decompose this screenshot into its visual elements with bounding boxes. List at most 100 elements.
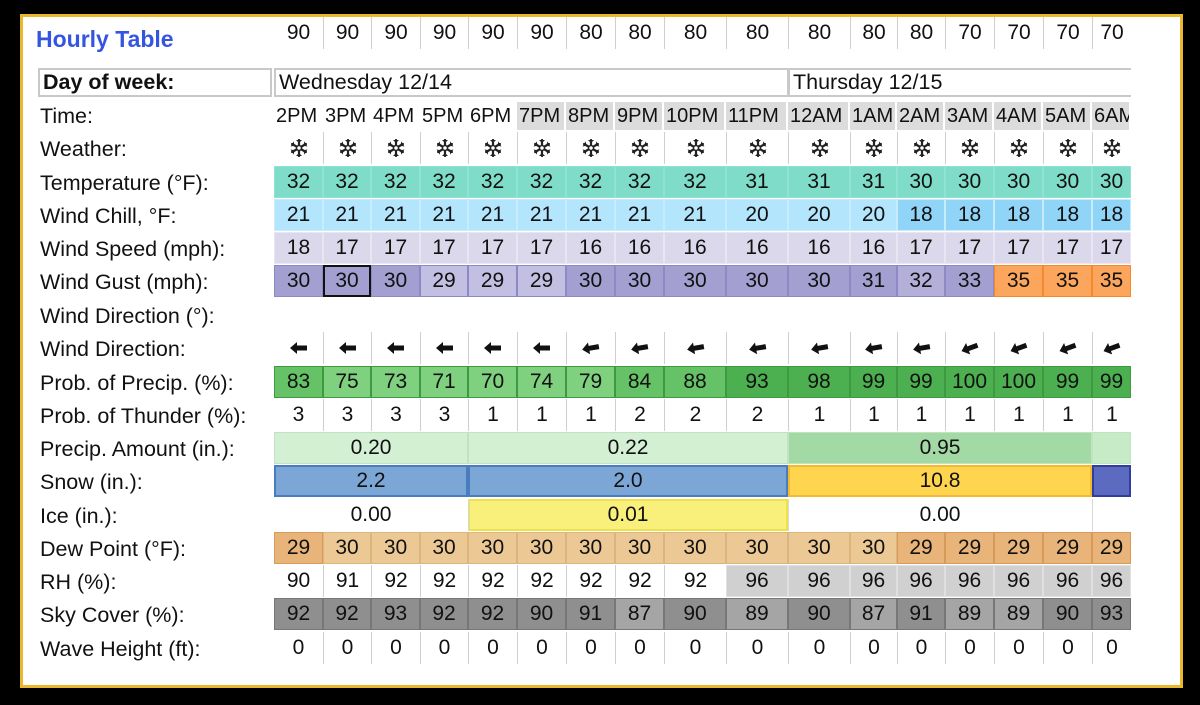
wind-arrow-icon	[1043, 332, 1092, 364]
ice-amount-cell: 0.00	[788, 499, 1092, 531]
wind-speed-cell: 16	[566, 232, 615, 264]
precip-probability-cell: 73	[371, 366, 420, 398]
wind-chill-cell: 20	[726, 199, 788, 231]
wind-direction-cell: 90	[286, 21, 311, 44]
wind-arrow-icon	[994, 332, 1043, 364]
relative-humidity-cell: 96	[1043, 565, 1092, 597]
temperature-cell: 30	[1092, 166, 1131, 198]
sky-cover-cell: 89	[945, 598, 994, 630]
wind-gust-cell: 31	[850, 265, 897, 297]
dew-point-cell: 29	[1092, 532, 1131, 564]
dew-point-cell: 30	[726, 532, 788, 564]
wind-direction-cell: 80	[566, 17, 615, 49]
time-cell: 6PM	[470, 104, 512, 127]
row-label-wind-dir-deg: Wind Direction (°):	[40, 304, 215, 328]
ice-divider	[788, 499, 789, 531]
sky-cover-cell: 92	[468, 598, 517, 630]
relative-humidity-cell: 92	[371, 565, 420, 597]
wind-gust-cell: 30	[274, 265, 323, 297]
wave-height-cell: 0	[468, 632, 517, 664]
precip-probability-cell: 99	[850, 366, 897, 398]
wind-chill-cell: 18	[1092, 199, 1131, 231]
page-title: Hourly Table	[36, 26, 174, 52]
thunder-probability-cell: 1	[850, 399, 897, 431]
dew-point-cell: 30	[566, 532, 615, 564]
precip-probability-cell: 100	[994, 366, 1043, 398]
relative-humidity-cell: 90	[286, 569, 311, 592]
wind-speed-cell: 17	[945, 232, 994, 264]
row-label-wind-gust: Wind Gust (mph):	[40, 270, 209, 294]
wind-direction-cell: 80	[788, 17, 850, 49]
wave-height-cell: 0	[726, 632, 788, 664]
precip-amount-cell: 0.20	[274, 432, 468, 464]
sky-cover-cell: 90	[1043, 598, 1092, 630]
dew-point-cell: 30	[788, 532, 850, 564]
thunder-probability-cell: 1	[1043, 399, 1092, 431]
wind-arrow-icon	[788, 332, 850, 364]
time-cell: 9PM	[615, 102, 662, 130]
wind-chill-cell: 21	[468, 199, 517, 231]
relative-humidity-cell: 92	[566, 565, 615, 597]
wind-direction-cell: 80	[897, 17, 945, 49]
time-cell: 4PM	[373, 104, 415, 127]
temperature-cell: 31	[788, 166, 850, 198]
wind-arrow-icon	[664, 332, 726, 364]
sky-cover-cell: 93	[371, 598, 420, 630]
dew-point-cell: 29	[945, 532, 994, 564]
wind-speed-cell: 16	[615, 232, 664, 264]
temperature-cell: 31	[850, 166, 897, 198]
row-label-snow: Snow (in.):	[40, 470, 143, 494]
temperature-cell: 32	[664, 166, 726, 198]
wind-direction-cell: 80	[664, 17, 726, 49]
temperature-cell: 31	[726, 166, 788, 198]
row-label-rh: RH (%):	[40, 570, 117, 594]
time-cell: 6AM	[1092, 102, 1129, 130]
relative-humidity-cell: 96	[1092, 565, 1131, 597]
time-cell: 10PM	[664, 102, 724, 130]
row-label-thunder: Prob. of Thunder (%):	[40, 404, 247, 428]
precip-probability-cell: 99	[897, 366, 945, 398]
wave-height-cell: 0	[371, 632, 420, 664]
wind-chill-cell: 20	[850, 199, 897, 231]
dew-point-cell: 29	[994, 532, 1043, 564]
time-cell: 1AM	[850, 102, 895, 130]
wind-speed-cell: 16	[726, 232, 788, 264]
temperature-cell: 32	[420, 166, 468, 198]
wind-speed-cell: 16	[850, 232, 897, 264]
precip-probability-cell: 74	[517, 366, 566, 398]
row-label-wind-speed: Wind Speed (mph):	[40, 237, 226, 261]
time-cell: 8PM	[566, 102, 613, 130]
time-cell: 12AM	[788, 102, 848, 130]
row-label-wind-chill: Wind Chill, °F:	[40, 204, 177, 228]
wind-chill-cell: 21	[371, 199, 420, 231]
snowflake-icon	[726, 132, 788, 164]
dew-point-cell: 30	[323, 532, 371, 564]
wind-chill-cell: 20	[788, 199, 850, 231]
dew-point-cell: 29	[1043, 532, 1092, 564]
dew-point-cell: 30	[615, 532, 664, 564]
wind-arrow-icon	[468, 332, 517, 364]
wave-height-cell: 0	[292, 636, 305, 659]
wind-gust-cell: 29	[420, 265, 468, 297]
hourly-table-panel: Hourly Table Time: Weather: Temperature (°…	[20, 14, 1183, 688]
snow-amount-cell: 10.8	[788, 465, 1092, 497]
row-label-day: Day of week:	[38, 68, 272, 97]
wind-arrow-icon	[371, 332, 420, 364]
wind-speed-cell: 18	[274, 232, 323, 264]
row-label-ice: Ice (in.):	[40, 504, 118, 528]
precip-probability-cell: 71	[420, 366, 468, 398]
row-label-pop: Prob. of Precip. (%):	[40, 371, 234, 395]
precip-probability-cell: 93	[726, 366, 788, 398]
precip-amount-cell	[1092, 432, 1131, 464]
wind-speed-cell: 16	[664, 232, 726, 264]
dew-point-cell: 30	[850, 532, 897, 564]
snow-amount-cell: 2.0	[468, 465, 788, 497]
temperature-cell: 30	[1043, 166, 1092, 198]
wind-arrow-icon	[945, 332, 994, 364]
sky-cover-cell: 92	[420, 598, 468, 630]
wind-gust-cell: 33	[945, 265, 994, 297]
wind-arrow-icon	[420, 332, 468, 364]
wave-height-cell: 0	[945, 632, 994, 664]
thunder-probability-cell: 1	[994, 399, 1043, 431]
sky-cover-cell: 92	[323, 598, 371, 630]
